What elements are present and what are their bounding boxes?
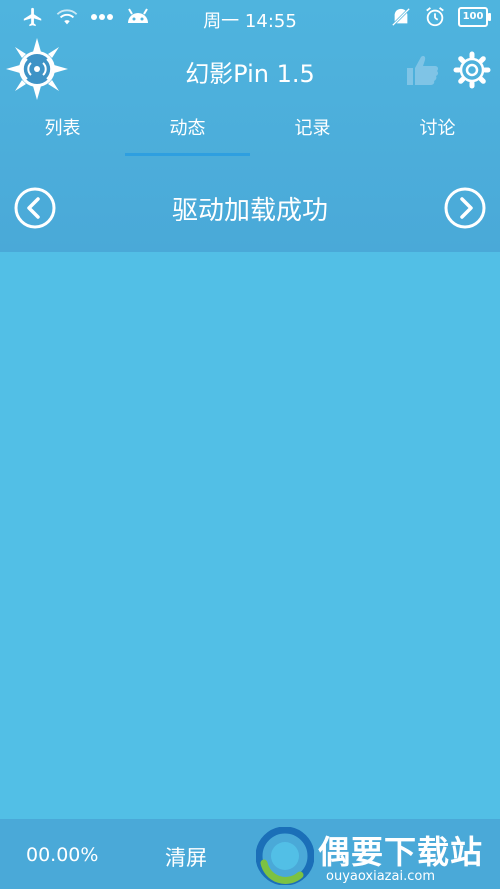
chevron-left-circle-icon[interactable] — [13, 186, 57, 230]
status-message: 驱动加载成功 — [171, 196, 328, 226]
mute-icon — [391, 7, 411, 27]
status-bar-right: 100 — [390, 6, 491, 28]
thumbs-up-icon[interactable] — [404, 52, 440, 88]
status-strip: 驱动加载成功 — [0, 168, 500, 244]
alarm-icon — [426, 7, 444, 27]
signal-compass-icon[interactable] — [6, 38, 68, 100]
bottom-bar: 00.00% 清屏 偶要下载站 ouyaoxiazai.com — [0, 819, 500, 889]
tab-dynamic[interactable]: 动态 — [125, 106, 250, 156]
app-title: 幻影Pin 1.5 — [185, 60, 315, 88]
watermark: 偶要下载站 ouyaoxiazai.com — [256, 825, 496, 885]
watermark-logo-icon — [256, 827, 314, 885]
tab-list[interactable]: 列表 — [0, 106, 125, 156]
watermark-title: 偶要下载站 — [318, 833, 484, 871]
tab-records[interactable]: 记录 — [250, 106, 375, 156]
content-area — [0, 252, 500, 819]
clear-screen-button[interactable]: 清屏 — [165, 842, 207, 872]
tab-bar: 列表 动态 记录 讨论 — [0, 106, 500, 156]
app-bar: 幻影Pin 1.5 — [0, 36, 500, 106]
app-screen: 周一 14:55 100 幻影Pin 1.5 列表 动态 记录 讨论 驱动加载成… — [0, 0, 500, 889]
tab-discussion[interactable]: 讨论 — [375, 106, 500, 156]
chevron-right-circle-icon[interactable] — [443, 186, 487, 230]
watermark-url: ouyaoxiazai.com — [326, 869, 435, 884]
progress-percent: 00.00% — [26, 844, 99, 866]
gear-icon[interactable] — [452, 50, 492, 90]
status-bar: 周一 14:55 100 — [0, 0, 500, 36]
battery-icon: 100 — [458, 7, 491, 27]
